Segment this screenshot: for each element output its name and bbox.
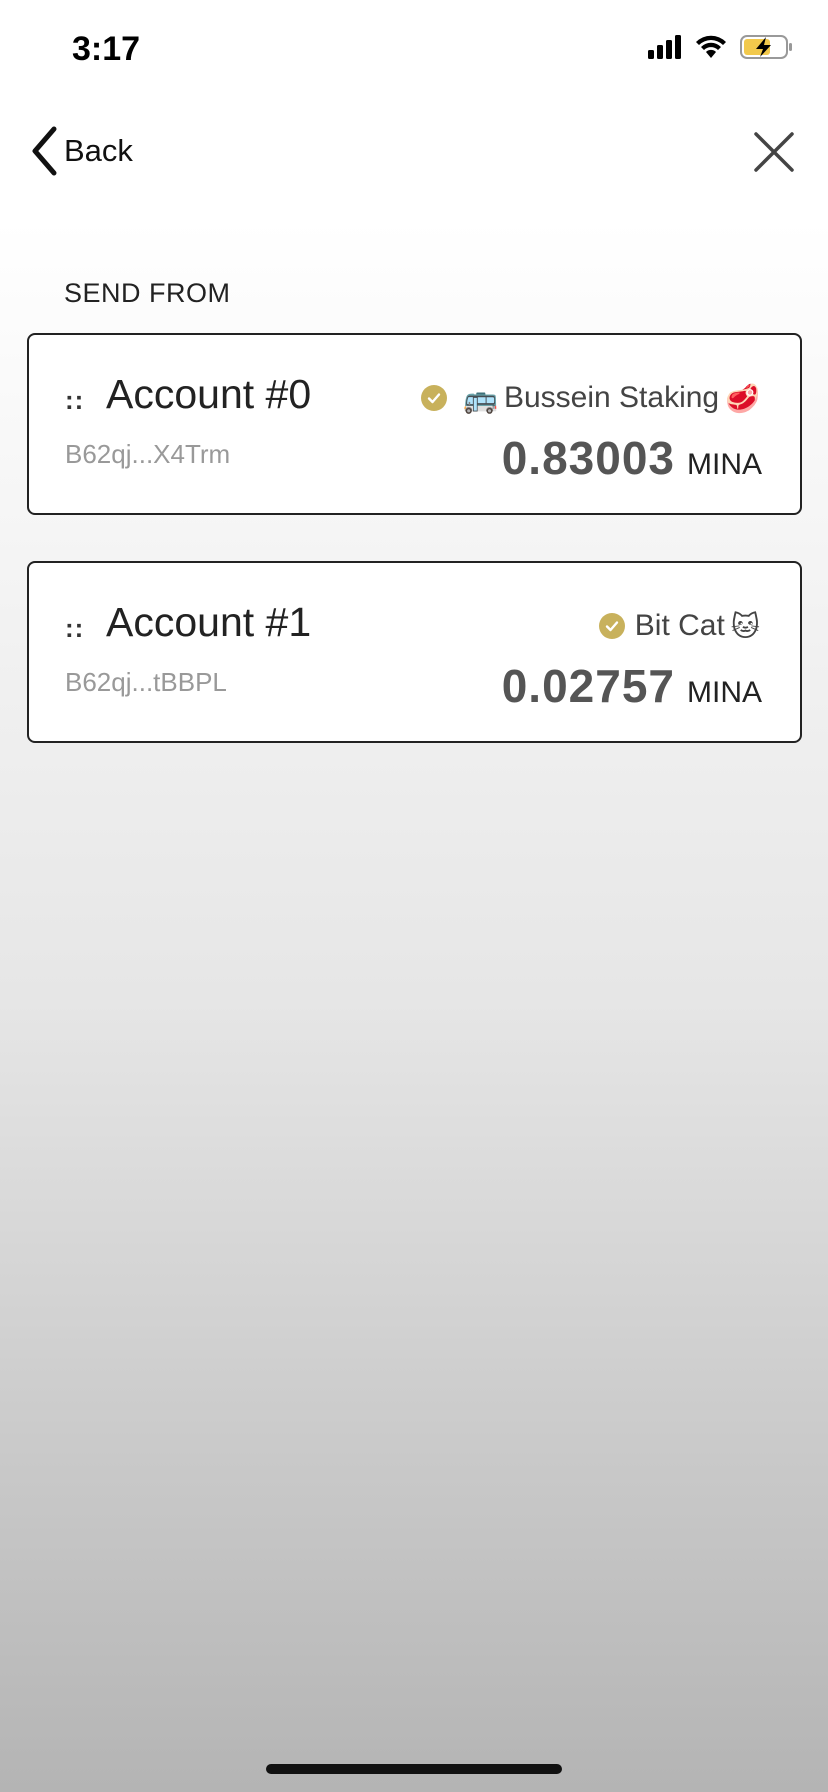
balance-unit: MINA <box>687 448 762 481</box>
verified-check-icon <box>598 613 625 639</box>
account-card[interactable]: :: Account #0 B62qj...X4Trm 🚌 Bussein St… <box>27 333 802 515</box>
back-label: Back <box>64 133 133 168</box>
drag-handle-icon[interactable]: :: <box>65 385 84 416</box>
send-from-label: SEND FROM <box>64 278 231 308</box>
cat-icon: 🐱 <box>730 610 760 642</box>
chevron-left-icon <box>32 126 57 176</box>
balance-amount: 0.83003 <box>501 432 675 484</box>
navigation-bar: Back <box>0 120 828 184</box>
back-button[interactable]: Back <box>30 126 133 176</box>
cellular-signal-icon <box>648 35 681 59</box>
bus-icon: 🚌 <box>463 382 498 414</box>
close-icon <box>754 132 794 172</box>
status-icons <box>646 34 794 60</box>
balance-unit: MINA <box>687 676 762 709</box>
balance: 0.83003 MINA <box>502 431 762 485</box>
account-address: B62qj...tBBPL <box>65 667 227 697</box>
delegate-info: 🚌 Bussein Staking 🥩 <box>421 381 766 415</box>
balance-amount: 0.02757 <box>501 660 675 712</box>
battery-charging-icon <box>740 35 792 59</box>
wifi-icon <box>696 35 726 58</box>
close-button[interactable] <box>750 128 798 176</box>
account-name: Account #1 <box>106 599 312 645</box>
account-address: B62qj...X4Trm <box>65 439 231 469</box>
delegate-name: Bit Cat <box>634 609 725 642</box>
account-card[interactable]: :: Account #1 B62qj...tBBPL Bit Cat 🐱 0.… <box>27 561 802 743</box>
delegate-name: Bussein Staking <box>503 381 720 414</box>
delegate-info: Bit Cat 🐱 <box>598 609 766 643</box>
balance: 0.02757 MINA <box>502 659 762 713</box>
drag-handle-icon[interactable]: :: <box>65 613 84 644</box>
account-name: Account #0 <box>106 371 312 417</box>
verified-check-icon <box>421 385 448 411</box>
status-bar: 3:17 <box>0 0 828 100</box>
home-indicator <box>266 1764 562 1774</box>
status-time: 3:17 <box>72 30 141 68</box>
steak-icon: 🥩 <box>725 382 760 414</box>
